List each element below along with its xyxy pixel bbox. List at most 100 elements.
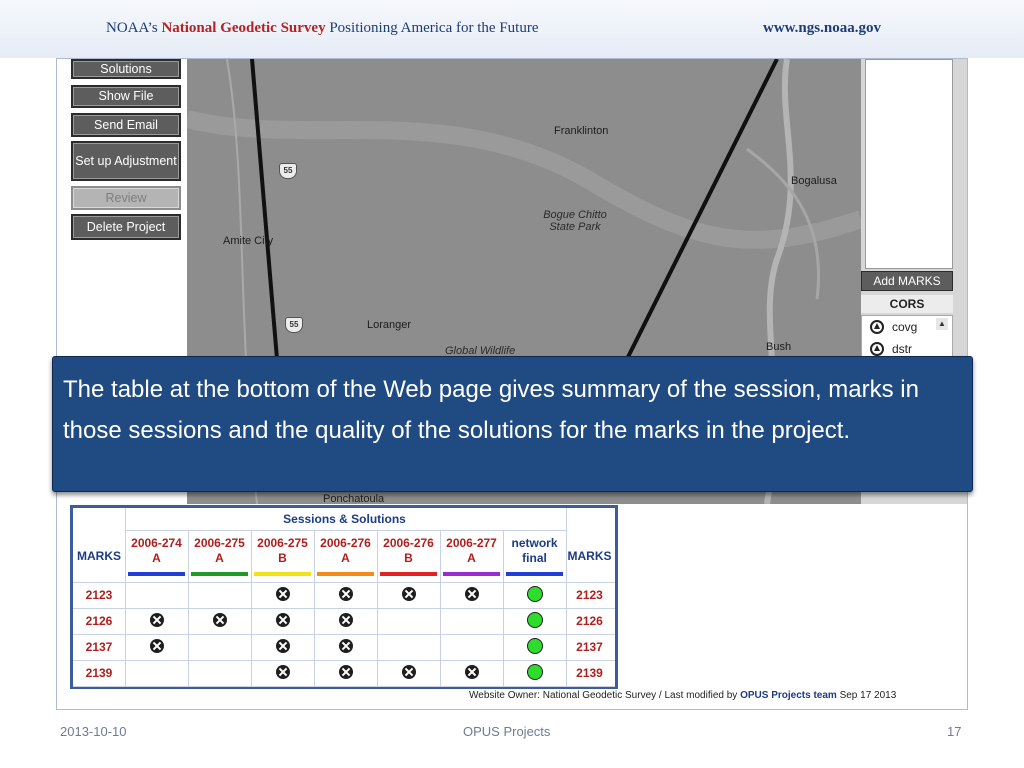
session-header-top: 2006-277 xyxy=(446,536,497,550)
footer-date: Sep 17 2013 xyxy=(839,690,897,701)
solution-ok-icon[interactable] xyxy=(526,586,543,602)
session-solution-icon[interactable] xyxy=(275,639,290,653)
session-header-bottom: A xyxy=(215,551,224,565)
solution-ok-icon[interactable] xyxy=(526,612,543,628)
caption-box: The table at the bottom of the Web page … xyxy=(52,356,973,492)
footer-owner: Website Owner: National Geodetic Survey xyxy=(469,690,657,701)
mark-id[interactable]: 2123 xyxy=(73,582,125,608)
grid-line xyxy=(73,582,615,583)
map-label-loranger: Loranger xyxy=(367,319,412,331)
header-tagline: Positioning America for the Future xyxy=(329,20,539,36)
footer-modified: Last modified by xyxy=(664,690,738,701)
website-footer: Website Owner: National Geodetic Survey … xyxy=(469,690,896,701)
session-solution-icon[interactable] xyxy=(338,587,353,601)
slide-number: 17 xyxy=(947,724,962,739)
setup-adjustment-button[interactable]: Set up Adjustment xyxy=(71,141,181,181)
session-header[interactable]: 2006-275 A xyxy=(188,530,251,572)
session-color-bar xyxy=(191,572,248,576)
session-header[interactable]: network final xyxy=(503,530,566,572)
send-email-button[interactable]: Send Email xyxy=(71,113,181,137)
grid-line xyxy=(73,660,615,661)
mark-id[interactable]: 2126 xyxy=(73,608,125,634)
add-marks-button[interactable]: Add MARKS xyxy=(861,271,953,291)
session-solution-icon[interactable] xyxy=(464,665,479,679)
grid-line xyxy=(73,686,615,687)
session-color-bar xyxy=(380,572,437,576)
sessions-solutions-table: Sessions & Solutions MARKS MARKS 2006-27… xyxy=(70,505,618,689)
session-solution-icon[interactable] xyxy=(338,613,353,627)
mark-id[interactable]: 2139 xyxy=(564,660,615,686)
session-solution-icon[interactable] xyxy=(212,613,227,627)
map-river-branch xyxy=(746,147,820,300)
grid-line xyxy=(125,508,126,530)
cors-item-label: covg xyxy=(892,320,918,334)
session-solution-icon[interactable] xyxy=(149,613,164,627)
grid-line xyxy=(73,634,615,635)
session-header-top: 2006-275 xyxy=(257,536,308,550)
session-header[interactable]: 2006-276 A xyxy=(314,530,377,572)
session-color-bar xyxy=(128,572,185,576)
header-title: NOAA’s National Geodetic Survey Position… xyxy=(106,20,538,37)
grid-line xyxy=(125,530,566,531)
marks-header-right: MARKS xyxy=(567,549,612,563)
mark-id[interactable]: 2137 xyxy=(564,634,615,660)
panel-blank-area xyxy=(865,59,953,269)
cors-station-icon xyxy=(870,342,884,356)
show-file-button[interactable]: Show File xyxy=(71,85,181,108)
session-header-bottom: B xyxy=(404,551,413,565)
session-color-bar xyxy=(506,572,563,576)
scroll-up-icon[interactable]: ▲ xyxy=(936,318,948,330)
session-header[interactable]: 2006-274 A xyxy=(125,530,188,572)
session-header-bottom: B xyxy=(278,551,287,565)
map-label-amite-city: Amite City xyxy=(223,235,274,247)
header-ngs: National Geodetic Survey xyxy=(161,20,326,36)
session-header-top: 2006-276 xyxy=(320,536,371,550)
session-color-bar xyxy=(443,572,500,576)
session-header[interactable]: 2006-275 B xyxy=(251,530,314,572)
header-url[interactable]: www.ngs.noaa.gov xyxy=(763,20,881,37)
session-solution-icon[interactable] xyxy=(338,639,353,653)
session-solution-icon[interactable] xyxy=(149,639,164,653)
slide-date: 2013-10-10 xyxy=(60,724,127,739)
map-label-franklinton: Franklinton xyxy=(554,125,609,137)
session-solution-icon[interactable] xyxy=(275,587,290,601)
caption-text: The table at the bottom of the Web page … xyxy=(63,376,919,444)
table-title: Sessions & Solutions xyxy=(283,512,406,526)
mark-id[interactable]: 2137 xyxy=(73,634,125,660)
solutions-button[interactable]: Solutions xyxy=(71,59,181,79)
map-label-bogalusa: Bogalusa xyxy=(791,175,837,187)
session-color-bar xyxy=(254,572,311,576)
session-solution-icon[interactable] xyxy=(275,613,290,627)
marks-header-left: MARKS xyxy=(77,549,121,563)
session-header-top: 2006-276 xyxy=(383,536,434,550)
solution-ok-icon[interactable] xyxy=(526,638,543,654)
cors-item-label: dstr xyxy=(892,342,913,356)
session-header-top: 2006-275 xyxy=(194,536,245,550)
footer-separator: / xyxy=(658,690,662,701)
map-label-ponchatoula: Ponchatoula xyxy=(323,493,385,504)
mark-id[interactable]: 2139 xyxy=(73,660,125,686)
session-solution-icon[interactable] xyxy=(401,665,416,679)
session-solution-icon[interactable] xyxy=(464,587,479,601)
mark-id[interactable]: 2123 xyxy=(564,582,615,608)
highway-shield-icon: 55 xyxy=(279,163,297,179)
cors-header: CORS xyxy=(861,295,953,313)
session-header-top: network xyxy=(511,536,558,550)
footer-team-link[interactable]: OPUS Projects team xyxy=(740,690,837,701)
survey-baseline-1 xyxy=(250,59,279,360)
highway-shield-icon: 55 xyxy=(285,317,303,333)
slide-title: OPUS Projects xyxy=(463,724,551,739)
session-header[interactable]: 2006-276 B xyxy=(377,530,440,572)
session-header-bottom: A xyxy=(152,551,161,565)
session-header-bottom: A xyxy=(341,551,350,565)
solution-ok-icon[interactable] xyxy=(526,664,543,680)
review-button[interactable]: Review xyxy=(71,186,181,210)
mark-id[interactable]: 2126 xyxy=(564,608,615,634)
session-solution-icon[interactable] xyxy=(338,665,353,679)
session-header[interactable]: 2006-277 A xyxy=(440,530,503,572)
session-solution-icon[interactable] xyxy=(275,665,290,679)
delete-project-button[interactable]: Delete Project xyxy=(71,214,181,240)
header-prefix: NOAA’s xyxy=(106,20,158,36)
session-color-bar xyxy=(317,572,374,576)
session-solution-icon[interactable] xyxy=(401,587,416,601)
